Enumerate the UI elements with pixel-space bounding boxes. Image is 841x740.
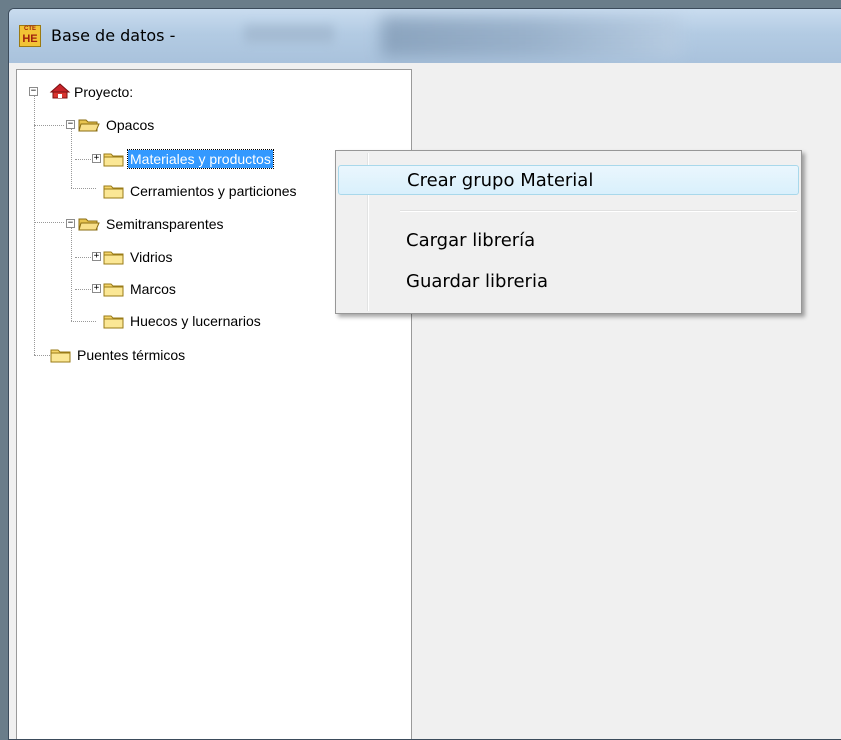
tree-item-label: Huecos y lucernarios [130,313,261,329]
app-icon: CTE HE [19,25,41,47]
window-title: Base de datos - [51,26,176,45]
tree-item-label: Puentes térmicos [77,347,186,363]
open-folder-icon [78,119,100,132]
open-folder-icon [78,218,100,231]
tree-item-vidrios[interactable]: + Vidrios [17,248,317,266]
tree-item-label: Vidrios [130,249,173,265]
house-icon [49,83,71,99]
tree-item-puentes[interactable]: Puentes térmicos [17,346,317,364]
folder-icon [103,251,124,265]
tree-item-marcos[interactable]: + Marcos [17,280,317,298]
title-bar-blurred-area [381,17,681,57]
app-icon-top-text: CTE [24,26,36,32]
app-window: CTE HE Base de datos - − Proyecto: − Opa… [8,8,841,740]
folder-icon [103,315,124,329]
tree-item-label: Opacos [106,117,155,133]
title-bar-blurred-area [244,25,334,43]
tree-item-proyecto[interactable]: − Proyecto: [17,83,317,101]
menu-item-cargar-libreria[interactable]: Cargar librería [338,226,799,256]
folder-icon [103,185,124,199]
tree-item-huecos[interactable]: Huecos y lucernarios [17,312,411,330]
collapse-icon[interactable]: − [66,120,75,129]
tree-item-label: Proyecto: [74,84,134,100]
expand-icon[interactable]: + [92,252,101,261]
tree-item-label: Semitransparentes [106,216,224,232]
app-icon-bottom-text: HE [22,33,38,45]
menu-item-crear-grupo-material[interactable]: Crear grupo Material [338,165,799,195]
title-bar[interactable]: CTE HE Base de datos - [9,9,841,63]
tree-item-label: Cerramientos y particiones [130,183,297,199]
tree-item-semitransparentes[interactable]: − Semitransparentes [17,215,317,233]
collapse-icon[interactable]: − [29,87,38,96]
context-menu: Crear grupo Material Cargar librería Gua… [335,150,802,314]
collapse-icon[interactable]: − [66,219,75,228]
tree-item-label: Materiales y productos [127,149,274,169]
folder-icon [50,349,71,363]
folder-icon [103,153,124,167]
expand-icon[interactable]: + [92,154,101,163]
expand-icon[interactable]: + [92,284,101,293]
menu-separator [400,210,797,212]
tree-item-label: Marcos [130,281,176,297]
tree-connector-line [71,228,72,321]
folder-icon [103,283,124,297]
menu-item-guardar-libreria[interactable]: Guardar libreria [338,267,799,297]
tree-item-opacos[interactable]: − Opacos [17,116,317,134]
